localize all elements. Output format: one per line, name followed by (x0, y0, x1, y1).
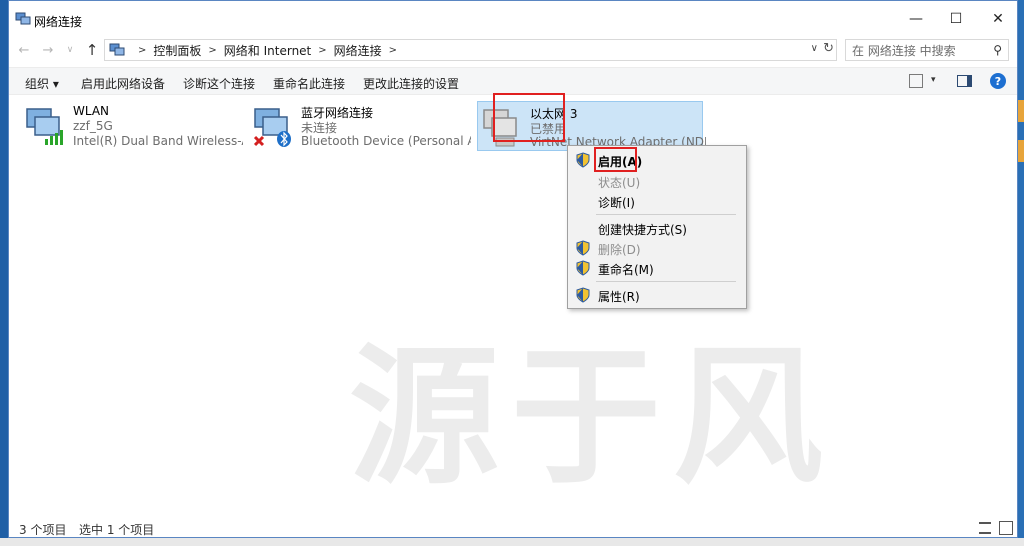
breadcrumb-separator[interactable]: > (389, 45, 397, 56)
menu-item-properties[interactable]: 属性(R) (568, 285, 746, 305)
refresh-icon[interactable]: ↻ (823, 41, 834, 56)
address-bar[interactable]: > 控制面板 > 网络和 Internet > 网络连接 > ∨ ↻ (104, 39, 837, 61)
adapter-device: Intel(R) Dual Band Wireless-AC... (73, 134, 243, 148)
rename-button[interactable]: 重命名此连接 (273, 75, 345, 92)
details-view-icon[interactable] (979, 522, 991, 534)
shield-icon (576, 260, 590, 276)
menu-item-diagnose[interactable]: 诊断(I) (568, 191, 746, 211)
highlight-box (493, 93, 565, 142)
status-bar: 3 个项目 选中 1 个项目 (9, 517, 1017, 539)
chevron-down-icon[interactable]: ∨ (811, 43, 818, 54)
search-input[interactable]: 在 网络连接 中搜索 ⚲ (845, 39, 1009, 61)
menu-item-label: 删除(D) (598, 243, 641, 257)
preview-pane-icon[interactable] (957, 75, 972, 87)
selected-count: 选中 1 个项目 (79, 523, 155, 537)
adapter-bluetooth[interactable]: 蓝牙网络连接 未连接 Bluetooth Device (Personal Ar… (249, 101, 475, 151)
menu-item-label: 属性(R) (598, 290, 640, 304)
adapter-name: WLAN (73, 104, 110, 118)
menu-item-create-shortcut[interactable]: 创建快捷方式(S) (568, 218, 746, 238)
shield-icon (576, 287, 590, 303)
window-title: 网络连接 (34, 15, 83, 29)
network-connections-icon (15, 12, 31, 25)
forward-button[interactable]: → (39, 40, 57, 60)
menu-separator (596, 281, 736, 282)
breadcrumb-separator: > (138, 44, 147, 56)
breadcrumb-control-panel[interactable]: 控制面板 (153, 42, 201, 59)
menu-separator (596, 214, 736, 215)
adapter-status: zzf_5G (73, 119, 113, 133)
enable-device-button[interactable]: 启用此网络设备 (81, 75, 165, 92)
watermark-text: 源于风 (349, 331, 836, 505)
item-count: 3 个项目 (19, 523, 67, 537)
menu-item-status[interactable]: 状态(U) (568, 171, 746, 191)
search-placeholder: 在 网络连接 中搜索 (852, 43, 956, 58)
menu-item-label: 创建快捷方式(S) (598, 223, 687, 237)
menu-item-label: 状态(U) (598, 176, 641, 190)
shield-icon (576, 152, 590, 168)
menu-item-rename[interactable]: 重命名(M) (568, 258, 746, 278)
breadcrumb-network-internet[interactable]: 网络和 Internet (224, 42, 311, 59)
shield-icon (576, 240, 590, 256)
up-button[interactable]: ↑ (83, 40, 101, 60)
change-view-icon[interactable] (909, 74, 923, 88)
tiles-view-icon[interactable] (999, 521, 1013, 535)
adapter-wlan[interactable]: WLAN zzf_5G Intel(R) Dual Band Wireless-… (21, 101, 247, 151)
menu-item-delete[interactable]: 删除(D) (568, 238, 746, 258)
bluetooth-adapter-icon (253, 108, 291, 147)
menu-item-label: 诊断(I) (598, 196, 635, 210)
adapter-device: Bluetooth Device (Personal Ar... (301, 134, 471, 148)
wireless-adapter-icon (26, 108, 63, 145)
control-panel-icon (109, 43, 125, 56)
explorer-window: 网络连接 — ☐ ✕ ← → ∨ ↑ > 控制面板 > 网络和 Internet… (8, 0, 1018, 538)
change-settings-button[interactable]: 更改此连接的设置 (363, 75, 459, 92)
recent-locations-button[interactable]: ∨ (61, 40, 79, 60)
breadcrumb-network-connections[interactable]: 网络连接 (334, 42, 382, 59)
organize-button[interactable]: 组织 ▾ (25, 75, 59, 92)
connections-list: 源于风 WLAN zzf_5G Intel(R) Dual Band Wirel… (9, 96, 1017, 511)
maximize-button[interactable]: ☐ (939, 7, 973, 31)
chevron-down-icon[interactable]: ▾ (931, 75, 936, 85)
diagnose-button[interactable]: 诊断这个连接 (183, 75, 255, 92)
highlight-box (594, 147, 637, 172)
address-row: ← → ∨ ↑ > 控制面板 > 网络和 Internet > 网络连接 > ∨… (9, 35, 1017, 65)
help-icon[interactable]: ? (990, 73, 1006, 89)
search-icon[interactable]: ⚲ (993, 43, 1002, 57)
taskbar-edge (0, 538, 1024, 546)
menu-item-label: 重命名(M) (598, 263, 654, 277)
breadcrumb-separator[interactable]: > (208, 45, 216, 56)
back-button[interactable]: ← (15, 40, 33, 60)
minimize-button[interactable]: — (899, 7, 933, 31)
close-button[interactable]: ✕ (981, 7, 1015, 31)
breadcrumb-separator[interactable]: > (318, 45, 326, 56)
command-bar: 组织 ▾ 启用此网络设备 诊断这个连接 重命名此连接 更改此连接的设置 ▾ ? (9, 67, 1017, 95)
title-bar: 网络连接 — ☐ ✕ (9, 1, 1017, 35)
